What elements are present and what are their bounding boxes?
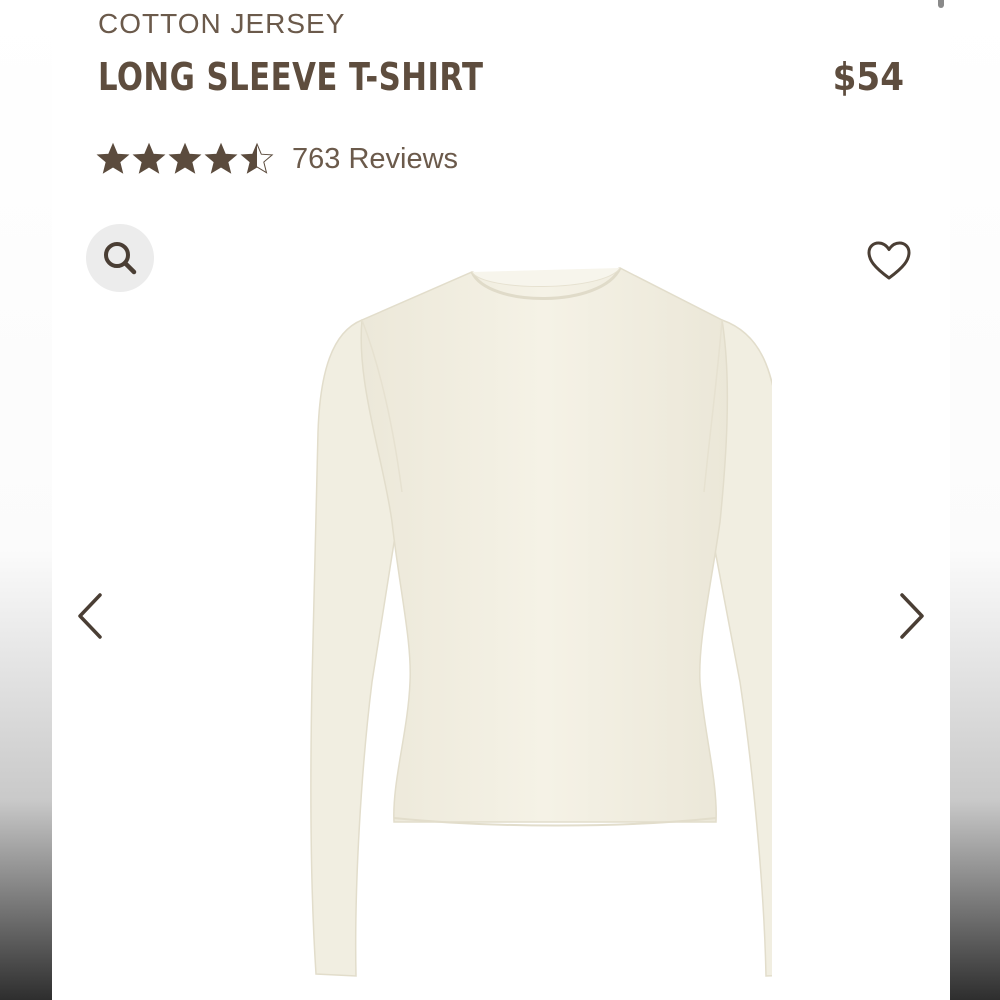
star-icon: [168, 142, 202, 174]
shirt-body: [360, 267, 729, 823]
previous-image-button[interactable]: [70, 588, 110, 644]
scroll-indicator: [938, 0, 944, 8]
review-count-link[interactable]: 763 Reviews: [292, 143, 458, 176]
chevron-left-icon: [78, 593, 102, 639]
star-rating: [96, 142, 274, 176]
left-backdrop: [0, 0, 52, 1000]
favorite-button[interactable]: [864, 236, 914, 286]
product-title: LONG SLEEVE T-SHIRT: [98, 55, 484, 99]
product-price: $54: [832, 55, 904, 99]
heart-icon: [867, 241, 911, 280]
search-button[interactable]: [86, 224, 154, 292]
star-icon: [132, 142, 166, 174]
rating-row[interactable]: 763 Reviews: [96, 142, 458, 176]
product-image: [310, 267, 772, 977]
star-icon: [204, 142, 238, 174]
right-backdrop: [950, 0, 1000, 1000]
search-icon: [104, 242, 137, 275]
star-icon: [240, 142, 274, 174]
next-image-button[interactable]: [892, 588, 932, 644]
product-panel: COTTON JERSEY LONG SLEEVE T-SHIRT $54 76…: [52, 0, 950, 1000]
product-category: COTTON JERSEY: [98, 8, 346, 39]
screen: COTTON JERSEY LONG SLEEVE T-SHIRT $54 76…: [0, 0, 1000, 1000]
chevron-right-icon: [900, 593, 924, 639]
star-icon: [96, 142, 130, 174]
